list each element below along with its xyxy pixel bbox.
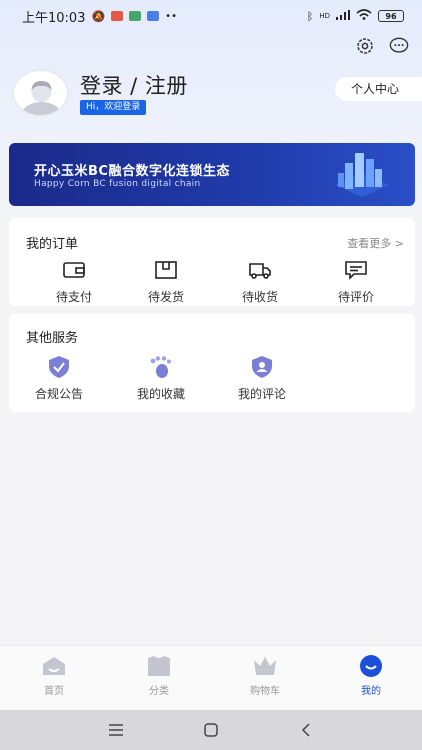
signal-icon bbox=[336, 9, 350, 23]
chat-bubble-icon[interactable] bbox=[389, 36, 409, 56]
order-label: 待发货 bbox=[147, 290, 184, 304]
service-label: 合规公告 bbox=[34, 387, 83, 401]
order-pending-receipt[interactable]: 待收货 bbox=[220, 258, 300, 305]
user-shield-icon bbox=[252, 356, 272, 378]
gear-icon[interactable] bbox=[355, 36, 375, 56]
menu-icon[interactable] bbox=[108, 722, 124, 738]
bottom-tab-bar: 首页 分类 购物车 我的 bbox=[0, 645, 422, 709]
home-button-icon[interactable] bbox=[203, 722, 219, 738]
comment-icon bbox=[345, 261, 367, 280]
smile-icon bbox=[360, 655, 382, 677]
order-pending-review[interactable]: 待评价 bbox=[316, 258, 396, 305]
order-label: 待收货 bbox=[241, 290, 278, 304]
more-notifications-icon: •• bbox=[165, 10, 177, 22]
mute-icon: 🔕 bbox=[91, 9, 106, 23]
home-icon bbox=[43, 657, 65, 675]
services-title: 其他服务 bbox=[26, 331, 79, 346]
service-compliance-notice[interactable]: 合规公告 bbox=[19, 355, 99, 402]
status-time: 上午10:03 bbox=[22, 10, 86, 26]
service-label: 我的收藏 bbox=[136, 387, 185, 401]
promo-banner[interactable]: 开心玉米BC融合数字化连锁生态 Happy Corn BC fusion dig… bbox=[9, 143, 415, 206]
see-more-link[interactable]: 查看更多 > bbox=[347, 235, 404, 251]
status-bar: 上午10:03 🔕 •• ᛒ HD 96 bbox=[0, 0, 422, 32]
personal-center-button[interactable]: 个人中心 bbox=[335, 77, 422, 101]
system-nav-bar bbox=[0, 710, 422, 750]
banner-title: 开心玉米BC融合数字化连锁生态 bbox=[34, 164, 230, 179]
network-label: HD bbox=[319, 12, 330, 20]
tab-category[interactable]: 分类 bbox=[124, 654, 194, 697]
tab-home[interactable]: 首页 bbox=[19, 654, 89, 697]
wifi-icon bbox=[356, 9, 372, 23]
banner-subtitle: Happy Corn BC fusion digital chain bbox=[34, 179, 201, 189]
crown-icon bbox=[254, 657, 276, 675]
order-label: 待支付 bbox=[55, 290, 92, 304]
tab-label: 分类 bbox=[149, 686, 169, 697]
order-pending-payment[interactable]: 待支付 bbox=[34, 258, 114, 305]
orders-title: 我的订单 bbox=[26, 237, 79, 252]
login-register-link[interactable]: 登录 / 注册 bbox=[80, 70, 188, 100]
package-icon bbox=[155, 261, 177, 279]
back-icon[interactable] bbox=[298, 722, 314, 738]
tab-label: 购物车 bbox=[250, 686, 280, 697]
tab-label: 我的 bbox=[361, 686, 381, 697]
service-my-comments[interactable]: 我的评论 bbox=[222, 355, 302, 402]
order-label: 待评价 bbox=[337, 290, 374, 304]
service-label: 我的评论 bbox=[237, 387, 286, 401]
app-notification-icon bbox=[129, 11, 142, 21]
app-notification-icon bbox=[147, 11, 160, 21]
bag-icon bbox=[148, 656, 170, 676]
services-card: 其他服务 合规公告 我的收藏 我的评论 bbox=[9, 314, 415, 412]
truck-icon bbox=[249, 263, 271, 279]
tab-cart[interactable]: 购物车 bbox=[230, 654, 300, 697]
bluetooth-icon: ᛒ bbox=[306, 9, 314, 23]
welcome-badge: Hi，欢迎登录 bbox=[80, 100, 147, 115]
shield-check-icon bbox=[49, 356, 69, 378]
service-my-favorites[interactable]: 我的收藏 bbox=[121, 355, 201, 402]
orders-card: 我的订单 查看更多 > 待支付 待发货 待收货 待评价 bbox=[9, 218, 415, 306]
order-pending-shipment[interactable]: 待发货 bbox=[126, 258, 206, 305]
tab-label: 首页 bbox=[44, 686, 64, 697]
footprint-icon bbox=[150, 356, 171, 378]
battery-icon: 96 bbox=[378, 10, 404, 22]
tab-mine[interactable]: 我的 bbox=[336, 654, 406, 697]
avatar[interactable] bbox=[13, 70, 68, 116]
wallet-icon bbox=[63, 262, 85, 278]
city-illustration bbox=[335, 153, 389, 197]
app-notification-icon bbox=[111, 11, 124, 21]
